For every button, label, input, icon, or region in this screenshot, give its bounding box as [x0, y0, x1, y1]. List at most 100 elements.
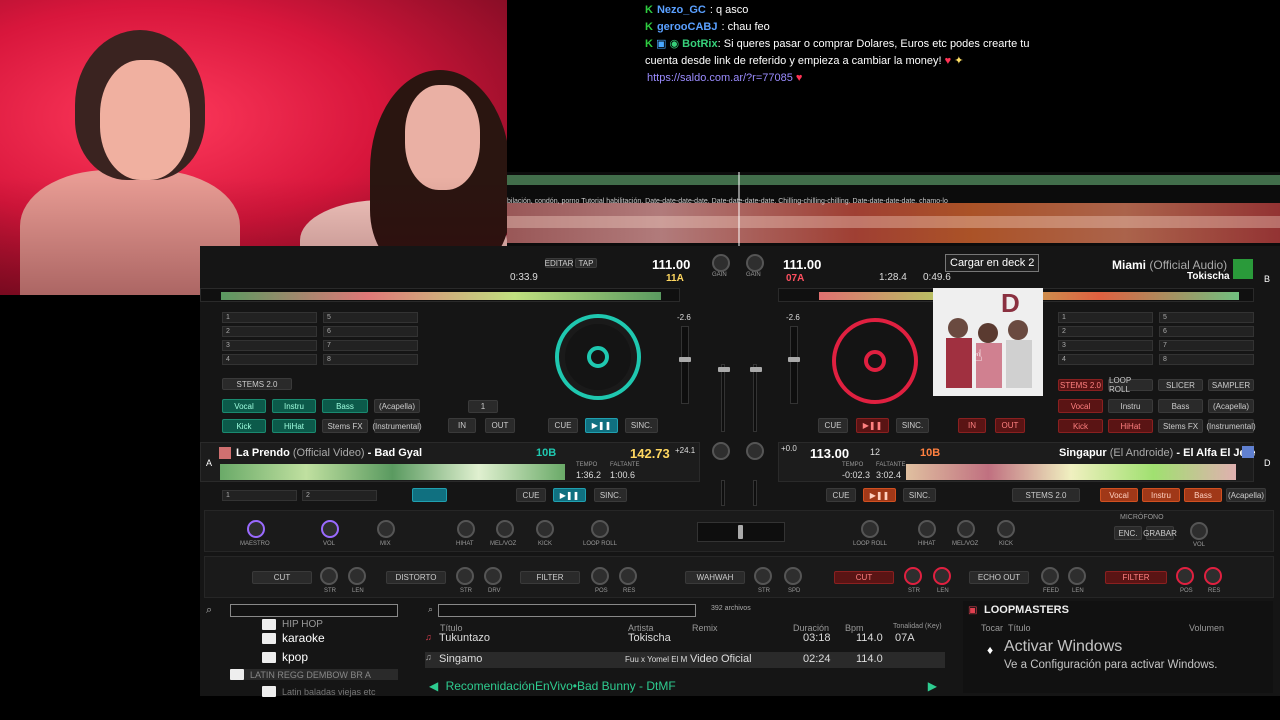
deck1-loop-in-button[interactable]: IN [448, 418, 476, 433]
fx-knob[interactable] [619, 567, 637, 585]
col-title[interactable]: Título [1008, 623, 1031, 633]
hotcue-slot[interactable]: 1 [222, 312, 317, 323]
stems-fx-button[interactable]: Stems FX [1158, 419, 1203, 433]
hotcue-slot[interactable]: 2 [1058, 326, 1153, 337]
fx-knob[interactable] [904, 567, 922, 585]
fx-knob[interactable] [933, 567, 951, 585]
stem-vocal-button[interactable]: Vocal [1058, 399, 1103, 413]
hotcue-slot[interactable]: 7 [1159, 340, 1254, 351]
fx-knob[interactable] [1068, 567, 1086, 585]
gain-knob-left[interactable] [712, 254, 730, 272]
deck1-loop-size[interactable]: 1 [468, 400, 498, 413]
stem-vocal-button[interactable]: Vocal [222, 399, 266, 413]
folder-item[interactable]: HIP HOP [262, 619, 323, 630]
kick-knob[interactable] [536, 520, 554, 538]
fx-knob[interactable] [320, 567, 338, 585]
deck2-loop-out-button[interactable]: OUT [995, 418, 1025, 433]
fx-knob[interactable] [484, 567, 502, 585]
deck1-tap-button[interactable]: TAP [575, 258, 597, 268]
recommendation-bar[interactable]: ◀ RecomenidaciónEnVivo•Bad Bunny - DtMF … [425, 677, 945, 695]
deck2-play-button[interactable]: ▶❚❚ [856, 418, 889, 433]
stem-instru-button[interactable]: Instru [1142, 488, 1180, 502]
hotcue-slot[interactable]: 1 [1058, 312, 1153, 323]
deckA-play-button[interactable]: ▶❚❚ [553, 488, 586, 502]
fx-knob[interactable] [456, 567, 474, 585]
fx-knob[interactable] [1204, 567, 1222, 585]
hihat-knob[interactable] [457, 520, 475, 538]
channel-fader-a[interactable] [721, 480, 725, 506]
padmode-sampler-button[interactable]: SAMPLER [1208, 379, 1254, 391]
padmode-loop-roll-button[interactable]: LOOP ROLL [1108, 376, 1153, 394]
deck1-play-button[interactable]: ▶❚❚ [585, 418, 618, 433]
folder-item[interactable]: karaoke [262, 631, 325, 645]
play-icon[interactable]: ♦ [987, 643, 993, 657]
search-icon[interactable]: ⌕ [206, 604, 212, 617]
fx-knob[interactable] [754, 567, 772, 585]
deck2-loop-in-button[interactable]: IN [958, 418, 986, 433]
stem-acapella-button[interactable]: (Acapella) [1226, 488, 1266, 502]
col-play[interactable]: Tocar [981, 623, 1003, 633]
loop-roll-knob[interactable] [861, 520, 879, 538]
deck2-jogwheel[interactable] [832, 318, 918, 404]
deck1-cue-button[interactable]: CUE [548, 418, 578, 433]
hotcue-slot[interactable]: 4 [1058, 354, 1153, 365]
deck2-sync-button[interactable]: SINC. [896, 418, 929, 433]
fx-knob[interactable] [591, 567, 609, 585]
stem-kick-button[interactable]: Kick [1058, 419, 1103, 433]
scratch-waveform[interactable]: bilación, condón, porno Tutorial habilit… [507, 172, 1280, 246]
stem-instrumental-button[interactable]: (Instrumental) [372, 419, 422, 433]
fx2-select[interactable]: DISTORTO [386, 571, 446, 584]
deck2-cue-button[interactable]: CUE [818, 418, 848, 433]
folder-item[interactable]: Latin baladas viejas etc [262, 686, 376, 697]
fx-knob[interactable] [348, 567, 366, 585]
volume-knob[interactable] [321, 520, 339, 538]
hotcue-slot[interactable]: 2 [222, 326, 317, 337]
deck1-loop-out-button[interactable]: OUT [485, 418, 515, 433]
deck1-pitch-slider[interactable] [679, 326, 691, 404]
deck1-stems-select[interactable]: STEMS 2.0 [222, 378, 292, 390]
table-row-selected[interactable]: ♫ Singamo Fuu x Yomel El M Video Oficial… [425, 652, 945, 668]
folder-item-selected[interactable]: LATIN REGG DEMBOW BR A [230, 669, 398, 680]
fx-knob[interactable] [1176, 567, 1194, 585]
stem-vocal-button[interactable]: Vocal [1100, 488, 1138, 502]
hotcue-slot[interactable]: 5 [1159, 312, 1254, 323]
deckD-sync-button[interactable]: SINC. [903, 488, 936, 502]
fx1-select[interactable]: CUT [252, 571, 312, 584]
deckA-slot[interactable]: 1 [222, 490, 297, 501]
master-knob[interactable] [247, 520, 265, 538]
track-search-input[interactable] [438, 604, 696, 617]
stem-instru-button[interactable]: Instru [1108, 399, 1153, 413]
stem-acapella-button[interactable]: (Acapella) [1208, 399, 1254, 413]
fx2-select-right[interactable]: ECHO OUT [969, 571, 1029, 584]
arrow-right-icon[interactable]: ▶ [928, 677, 937, 695]
deckA-sync-button[interactable]: SINC. [594, 488, 627, 502]
deckD-play-button[interactable]: ▶❚❚ [863, 488, 896, 502]
stem-bass-button[interactable]: Bass [1184, 488, 1222, 502]
hotcue-slot[interactable]: 8 [323, 354, 418, 365]
stem-bass-button[interactable]: Bass [322, 399, 368, 413]
hihat-knob[interactable] [918, 520, 936, 538]
deckA-slot[interactable]: 2 [302, 490, 377, 501]
col-volume[interactable]: Volumen [1189, 623, 1224, 633]
gain-knob-a[interactable] [712, 442, 730, 460]
hotcue-slot[interactable]: 6 [1159, 326, 1254, 337]
hotcue-slot[interactable]: 4 [222, 354, 317, 365]
stem-instrumental-button[interactable]: (Instrumental) [1206, 419, 1256, 433]
hotcue-slot[interactable]: 5 [323, 312, 418, 323]
padmode-slicer-button[interactable]: SLICER [1158, 379, 1203, 391]
mix-knob[interactable] [377, 520, 395, 538]
loop-roll-knob[interactable] [591, 520, 609, 538]
deckA-cue-button[interactable]: CUE [516, 488, 546, 502]
hotcue-slot[interactable]: 6 [323, 326, 418, 337]
mic-enable-button[interactable]: ENC. [1114, 526, 1142, 540]
deckD-waveform[interactable] [906, 464, 1236, 480]
hotcue-slot[interactable]: 3 [1058, 340, 1153, 351]
padmode-stems-button[interactable]: STEMS 2.0 [1058, 379, 1103, 391]
channel-fader-left[interactable] [718, 364, 730, 432]
mic-volume-knob[interactable] [1190, 522, 1208, 540]
stem-hihat-button[interactable]: HiHat [272, 419, 316, 433]
gain-knob-d[interactable] [746, 442, 764, 460]
deck1-jogwheel[interactable] [555, 314, 641, 400]
gain-knob-right[interactable] [746, 254, 764, 272]
stems-fx-button[interactable]: Stems FX [322, 419, 368, 433]
